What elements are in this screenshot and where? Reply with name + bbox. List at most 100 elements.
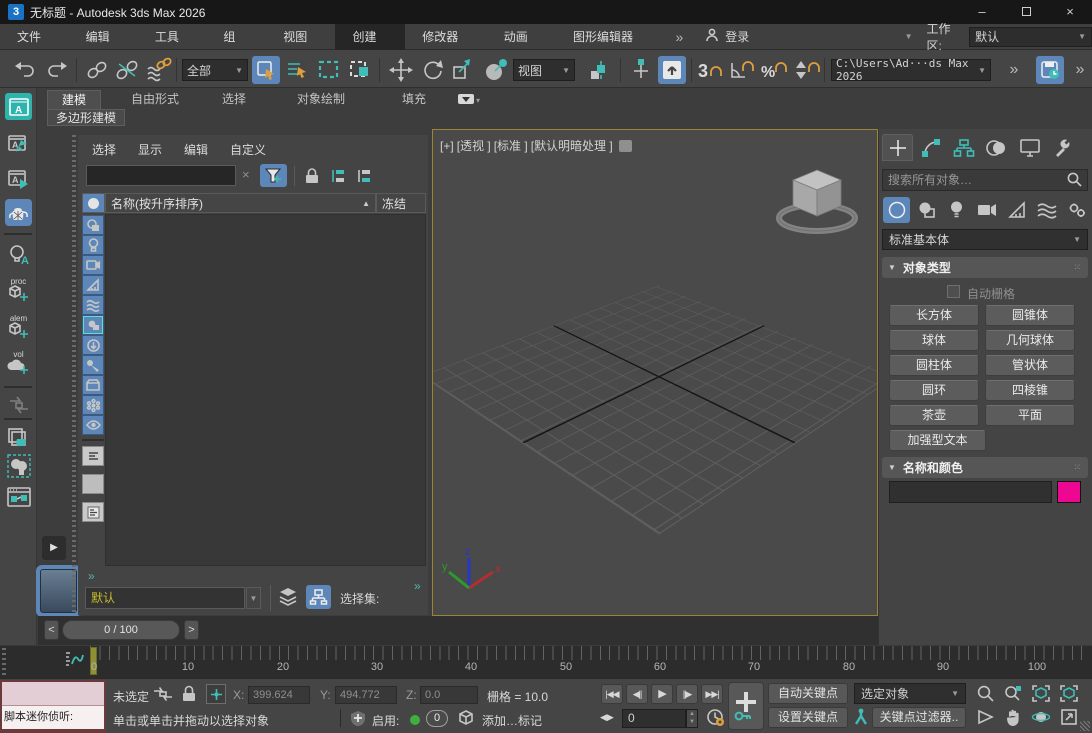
object-category-dropdown[interactable]: 标准基本体 ▼ <box>882 229 1088 250</box>
frame-spinner-arrows[interactable]: ◀▶ <box>600 712 614 723</box>
select-and-manipulate-icon[interactable] <box>628 58 654 82</box>
category-geometry-icon[interactable] <box>883 197 910 223</box>
ribbon-tab-freeform[interactable]: 自由形式 <box>117 90 193 109</box>
viewport-menu-general[interactable]: [+] <box>440 139 454 153</box>
redo-icon[interactable] <box>44 58 70 82</box>
toolbar-overflow-chevron[interactable]: » <box>1000 58 1026 82</box>
notes-column-icon[interactable] <box>82 502 104 522</box>
alembic-content-icon[interactable]: alem <box>5 313 32 340</box>
mini-curve-editor-icon[interactable] <box>64 651 84 670</box>
autogrid-checkbox[interactable] <box>947 285 960 298</box>
menu-graph-editors[interactable]: 图形编辑器(D) <box>556 24 657 50</box>
scene-objects-list[interactable] <box>105 214 426 566</box>
listener-line1[interactable] <box>2 682 104 706</box>
slate-material-editor-icon[interactable] <box>5 483 32 510</box>
script-run-icon[interactable]: A <box>5 165 32 192</box>
menu-file[interactable]: 文件(F) <box>0 24 69 50</box>
time-tag-cube-icon[interactable] <box>458 710 474 729</box>
login-dropdown[interactable]: 登录 ▼ <box>705 26 916 48</box>
explorer-menu-select[interactable]: 选择 <box>92 141 116 158</box>
category-helpers-icon[interactable] <box>1003 197 1030 223</box>
display-groups-icon[interactable] <box>82 315 104 335</box>
menu-tools[interactable]: 工具(T) <box>138 24 207 50</box>
collapse-hierarchy-icon[interactable] <box>354 166 374 186</box>
render-presets-icon[interactable] <box>5 424 32 451</box>
bind-spacewarp-icon[interactable] <box>146 58 172 82</box>
script-editor-icon[interactable]: A <box>5 130 32 157</box>
time-configuration-icon[interactable] <box>706 708 725 730</box>
maximize-button[interactable] <box>1004 0 1048 24</box>
field-of-view-icon[interactable] <box>974 707 996 727</box>
reference-coordinate-dropdown[interactable]: 视图 ▼ <box>513 59 575 81</box>
name-color-rollout[interactable]: ▼ 名称和颜色 ⁙ <box>882 457 1088 478</box>
cylinder-button[interactable]: 圆柱体 <box>889 355 979 376</box>
menu-views[interactable]: 视图(V) <box>266 24 335 50</box>
set-key-button[interactable]: 设置关键点 <box>768 707 848 728</box>
unlink-icon[interactable] <box>114 58 140 82</box>
go-to-start-button[interactable]: |◀◀ <box>601 684 623 704</box>
category-spacewarps-icon[interactable] <box>1033 197 1060 223</box>
trackbar-ruler[interactable] <box>90 646 1090 660</box>
workspace-dropdown[interactable]: 默认 ▼ <box>969 27 1092 47</box>
play-button[interactable]: ▶ <box>651 684 673 704</box>
display-bones-icon[interactable] <box>82 355 104 375</box>
blank-swatch-icon[interactable] <box>82 474 104 494</box>
torus-button[interactable]: 圆环 <box>889 380 979 401</box>
panel-expander-button[interactable]: ▶ <box>42 536 66 560</box>
display-shapes-icon[interactable] <box>82 215 104 235</box>
clear-search-icon[interactable]: × <box>242 167 250 182</box>
explorer-search-input[interactable] <box>86 165 236 186</box>
render-teapot-icon[interactable] <box>5 199 32 226</box>
window-crossing-icon[interactable] <box>347 58 373 82</box>
lock-explorer-icon[interactable] <box>302 166 322 186</box>
keyboard-shortcut-override-button[interactable] <box>658 56 686 84</box>
search-all-objects-input[interactable] <box>882 169 1088 191</box>
geosphere-button[interactable]: 几何球体 <box>985 330 1075 351</box>
select-object-button[interactable] <box>252 56 280 84</box>
add-time-tag[interactable]: 添加…标记 <box>482 712 542 729</box>
category-shapes-icon[interactable] <box>913 197 940 223</box>
layers-stack-icon[interactable] <box>278 587 298 610</box>
select-and-move-icon[interactable] <box>388 58 414 82</box>
close-button[interactable]: × <box>1048 0 1092 24</box>
toolbar-overflow-chevron-2[interactable]: » <box>1066 58 1092 82</box>
menu-modifiers[interactable]: 修改器(M) <box>405 24 487 50</box>
layer-dropdown[interactable]: 默认 <box>85 587 245 609</box>
key-mode-dropdown[interactable]: 选定对象 ▼ <box>854 683 966 704</box>
explorer-menu-display[interactable]: 显示 <box>138 141 162 158</box>
viewport-menu-standard[interactable]: [标准 ] <box>494 137 528 154</box>
display-spacewarps-icon[interactable] <box>82 295 104 315</box>
viewcube[interactable] <box>771 162 863 251</box>
object-color-swatch[interactable] <box>1057 481 1081 503</box>
tab-create[interactable] <box>882 134 913 161</box>
display-helpers-icon[interactable] <box>82 275 104 295</box>
project-folder-dropdown[interactable]: C:\Users\Ad···ds Max 2026 ▼ <box>831 59 991 81</box>
lights-toggle-icon[interactable] <box>5 452 32 479</box>
category-systems-icon[interactable] <box>1063 197 1090 223</box>
object-name-input[interactable] <box>889 481 1052 503</box>
display-xrefs-icon[interactable] <box>82 335 104 355</box>
isolate-selection-icon[interactable] <box>152 686 174 705</box>
select-by-name-icon[interactable] <box>285 58 311 82</box>
spinner-snap-icon[interactable] <box>794 58 820 82</box>
selection-filter-dropdown[interactable]: 全部 ▼ <box>182 59 248 81</box>
cone-button[interactable]: 圆锥体 <box>985 305 1075 326</box>
menu-group[interactable]: 组(G) <box>206 24 266 50</box>
notification-count-badge[interactable]: 0 <box>426 710 448 727</box>
use-pivot-center-icon[interactable] <box>585 58 611 82</box>
explorer-menu-customize[interactable]: 自定义 <box>230 141 266 158</box>
box-button[interactable]: 长方体 <box>889 305 979 326</box>
display-containers-icon[interactable] <box>82 375 104 395</box>
go-to-end-button[interactable]: ▶▶| <box>701 684 723 704</box>
display-frozen-icon[interactable] <box>82 395 104 415</box>
display-cameras-icon[interactable] <box>82 255 104 275</box>
menu-animation[interactable]: 动画(A) <box>487 24 556 50</box>
teapot-button[interactable]: 茶壶 <box>889 405 979 426</box>
viewport-menu-pov[interactable]: [透视 ] <box>457 137 491 154</box>
menu-create[interactable]: 创建(C) <box>335 24 405 50</box>
ribbon-panel-polygon-modeling[interactable]: 多边形建模 <box>47 109 125 126</box>
previous-frame-button[interactable]: < <box>44 620 59 640</box>
ribbon-tab-object-paint[interactable]: 对象绘制 <box>283 90 359 109</box>
object-type-rollout[interactable]: ▼ 对象类型 ⁙ <box>882 257 1088 278</box>
plane-button[interactable]: 平面 <box>985 405 1075 426</box>
